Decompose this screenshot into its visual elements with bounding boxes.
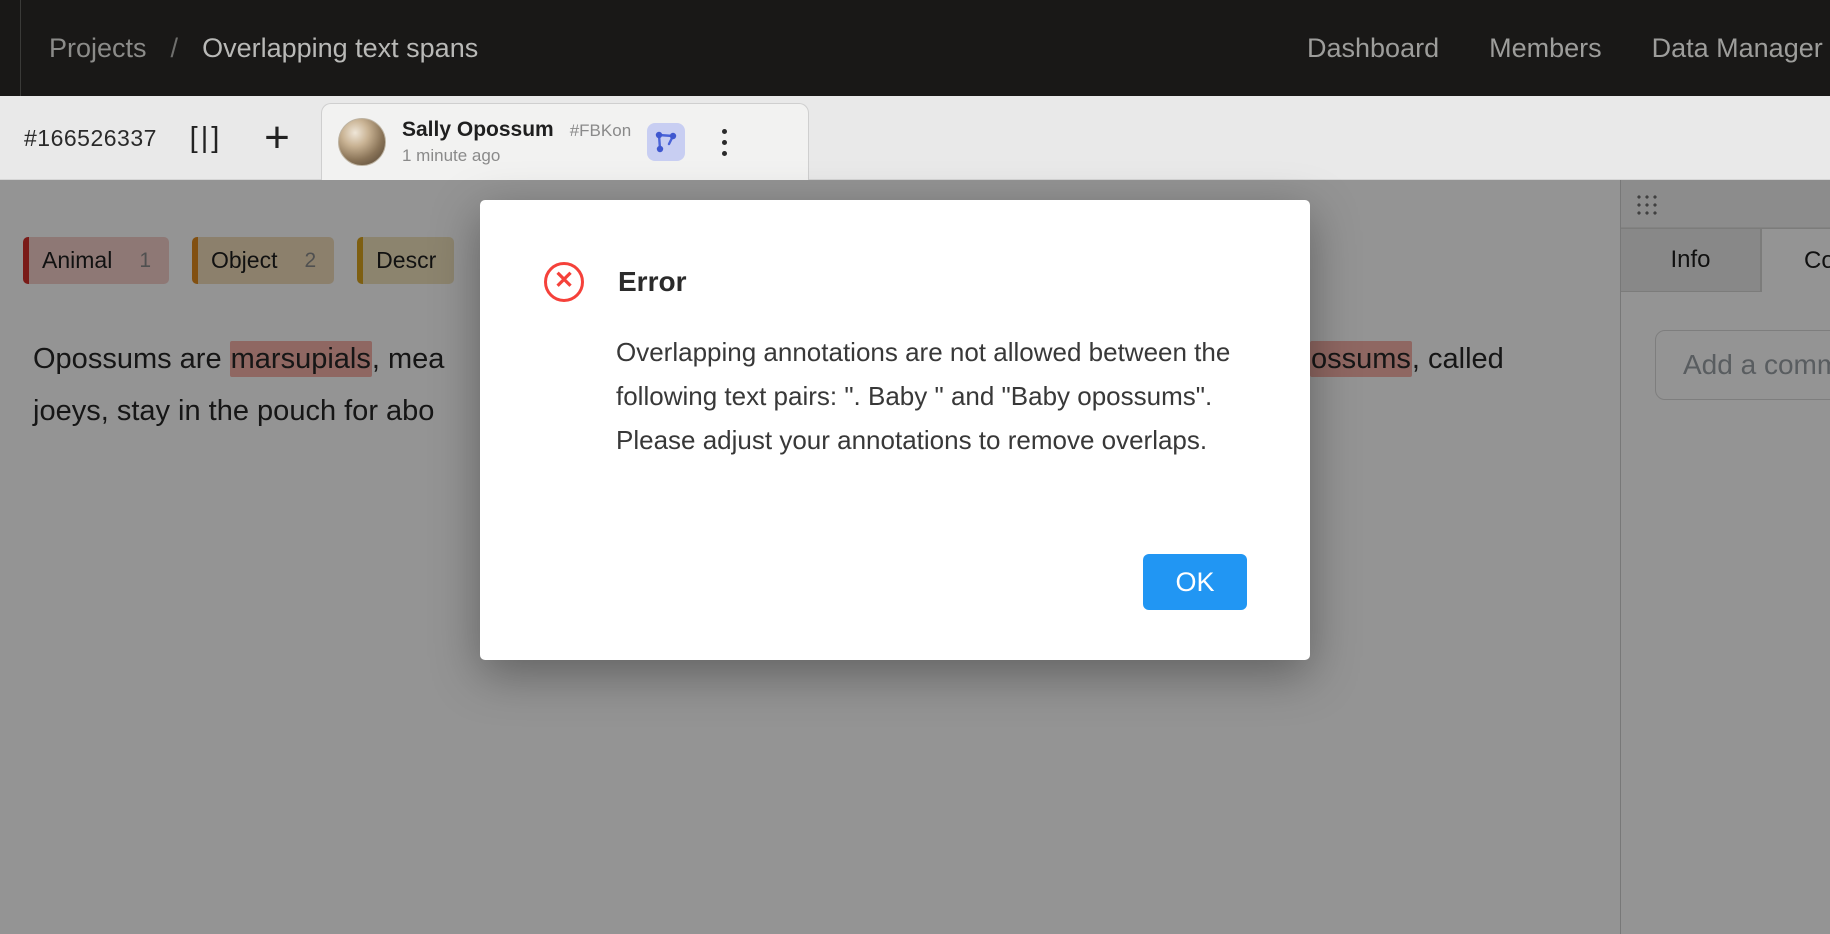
nav-data-manager[interactable]: Data Manager [1652,33,1823,64]
error-dialog: ✕ Error Overlapping annotations are not … [480,200,1310,660]
breadcrumb-projects-link[interactable]: Projects [49,33,147,64]
top-header: Projects / Overlapping text spans Dashbo… [0,0,1830,96]
breadcrumb-separator: / [171,33,179,64]
header-left-divider [20,0,21,96]
add-annotation-button[interactable]: + [255,110,299,166]
ok-button[interactable]: OK [1143,554,1247,610]
page-title: Overlapping text spans [202,33,478,64]
annotation-toolbar: #166526337 [|] + Sally Opossum #FBKon 1 … [0,96,1830,180]
top-nav: Dashboard Members Data Manager [1307,0,1823,96]
annotation-tab[interactable]: Sally Opossum #FBKon 1 minute ago [321,103,809,180]
breadcrumb: Projects / Overlapping text spans [49,33,478,64]
annotation-tab-texts: Sally Opossum #FBKon 1 minute ago [402,118,631,166]
annotator-name: Sally Opossum [402,118,554,142]
error-circle-x-icon: ✕ [544,262,584,302]
annotation-ref: #FBKon [570,121,631,141]
annotations-list-icon[interactable]: [|] [185,118,227,158]
error-dialog-header: ✕ Error [544,262,686,302]
regions-icon[interactable] [647,123,685,161]
task-id: #166526337 [24,96,157,180]
error-message: Overlapping annotations are not allowed … [616,330,1271,462]
user-avatar [338,118,386,166]
nav-members[interactable]: Members [1489,33,1602,64]
error-title: Error [618,266,686,298]
nav-dashboard[interactable]: Dashboard [1307,33,1439,64]
annotation-menu-icon[interactable] [709,120,739,164]
annotation-timestamp: 1 minute ago [402,146,631,166]
